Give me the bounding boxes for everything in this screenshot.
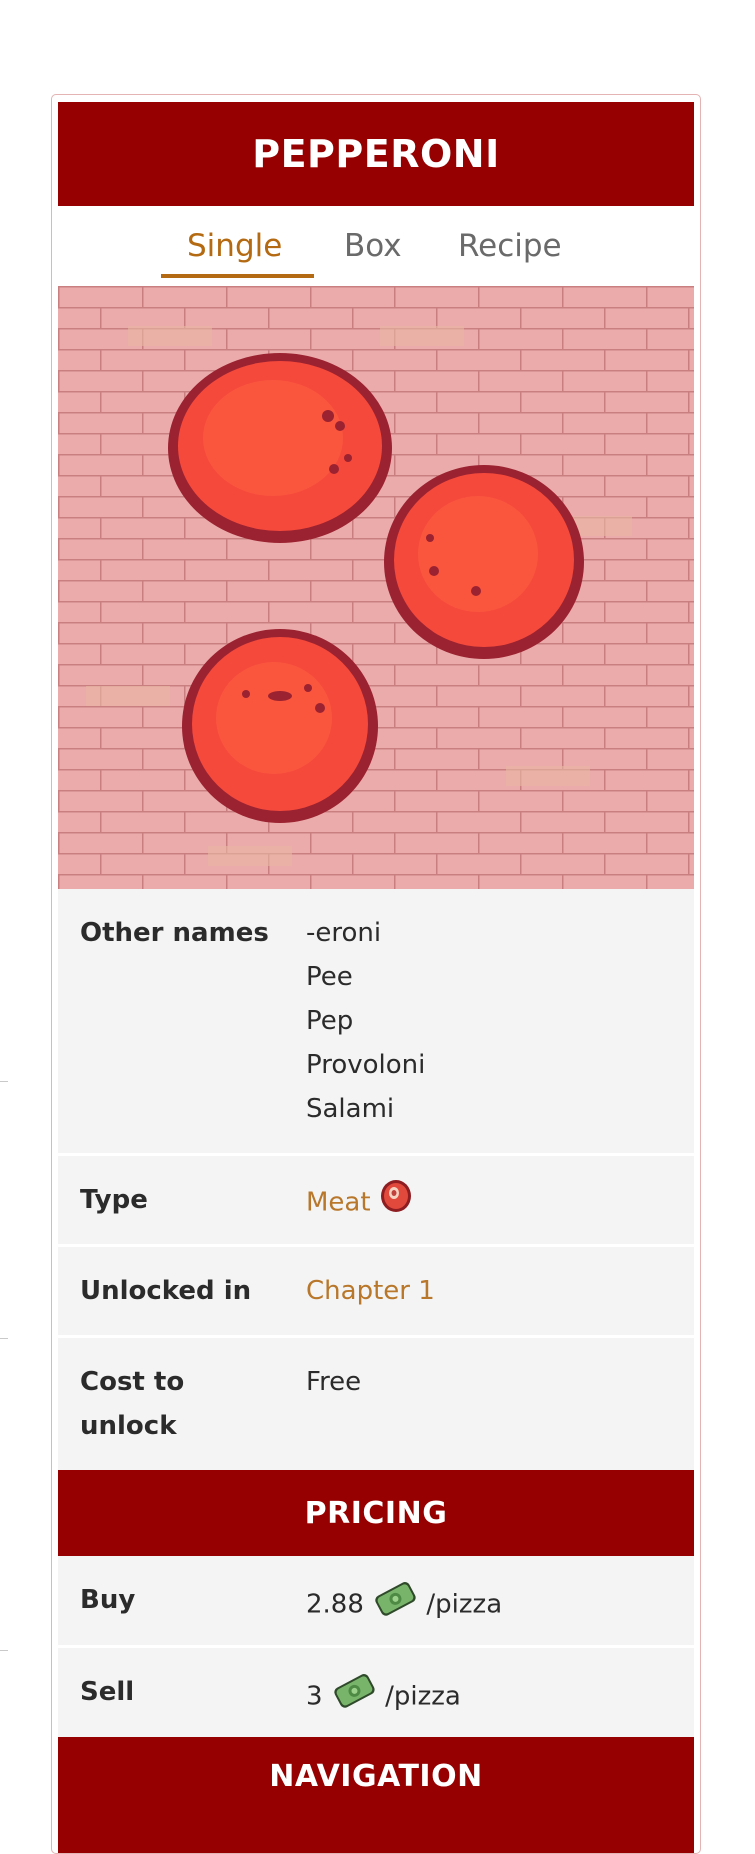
tab-bar: Single Box Recipe [58, 206, 694, 286]
meat-icon [379, 1178, 413, 1228]
navigation-title: NAVIGATION [269, 1759, 483, 1794]
sell-price: 3 /pizza [306, 1670, 461, 1724]
pricing-title: PRICING [304, 1495, 448, 1531]
tab-recipe[interactable]: Recipe [458, 228, 562, 264]
cost-to-unlock-label-line2: unlock [80, 1411, 177, 1441]
type-row: Type Meat [58, 1156, 694, 1244]
sell-row: Sell 3 /pizza [58, 1648, 694, 1737]
other-name-item: Salami [306, 1094, 395, 1124]
type-value: Meat [306, 1187, 371, 1218]
money-icon [331, 1670, 377, 1724]
infobox-title-bar: PEPPERONI [58, 102, 694, 206]
active-tab-underline [161, 274, 314, 278]
buy-price: 2.88 /pizza [306, 1578, 502, 1632]
page-edge-marker [0, 1338, 8, 1339]
buy-label: Buy [80, 1585, 136, 1615]
pepperoni-slice [182, 629, 378, 823]
unlocked-in-label: Unlocked in [80, 1276, 252, 1306]
navigation-header: NAVIGATION [58, 1737, 694, 1853]
cost-to-unlock-label-line1: Cost to [80, 1367, 185, 1397]
tab-single[interactable]: Single [187, 228, 282, 264]
other-names-label: Other names [80, 918, 269, 948]
sell-amount: 3 [306, 1681, 323, 1712]
pricing-header: PRICING [58, 1470, 694, 1556]
pepperoni-slice [384, 465, 584, 659]
tab-box[interactable]: Box [344, 228, 402, 264]
other-names-row: Other names -eroni Pee Pep Provoloni Sal… [58, 889, 694, 1153]
infobox-title: PEPPERONI [252, 132, 500, 176]
type-label: Type [80, 1185, 148, 1215]
page-edge-marker [0, 1650, 8, 1651]
buy-amount: 2.88 [306, 1589, 364, 1620]
buy-suffix: /pizza [426, 1589, 503, 1620]
sell-suffix: /pizza [385, 1681, 461, 1712]
pepperoni-image [58, 286, 694, 889]
pepperoni-slices-image [58, 286, 694, 889]
type-value-link[interactable]: Meat [306, 1178, 413, 1228]
page-edge-marker [0, 1081, 8, 1082]
cost-to-unlock-value: Free [306, 1367, 362, 1397]
money-icon [372, 1578, 418, 1632]
pepperoni-infobox: PEPPERONI Single Box Recipe Other names … [51, 94, 701, 1854]
other-name-item: Provoloni [306, 1050, 426, 1080]
unlocked-in-row: Unlocked in Chapter 1 [58, 1247, 694, 1335]
unlocked-in-value-link[interactable]: Chapter 1 [306, 1269, 435, 1313]
other-name-item: Pep [306, 1006, 354, 1036]
pepperoni-slice [168, 353, 392, 543]
cost-to-unlock-row: Cost to unlock Free [58, 1338, 694, 1470]
other-name-item: -eroni [306, 918, 382, 948]
sell-label: Sell [80, 1677, 135, 1707]
other-name-item: Pee [306, 962, 353, 992]
buy-row: Buy 2.88 /pizza [58, 1556, 694, 1645]
